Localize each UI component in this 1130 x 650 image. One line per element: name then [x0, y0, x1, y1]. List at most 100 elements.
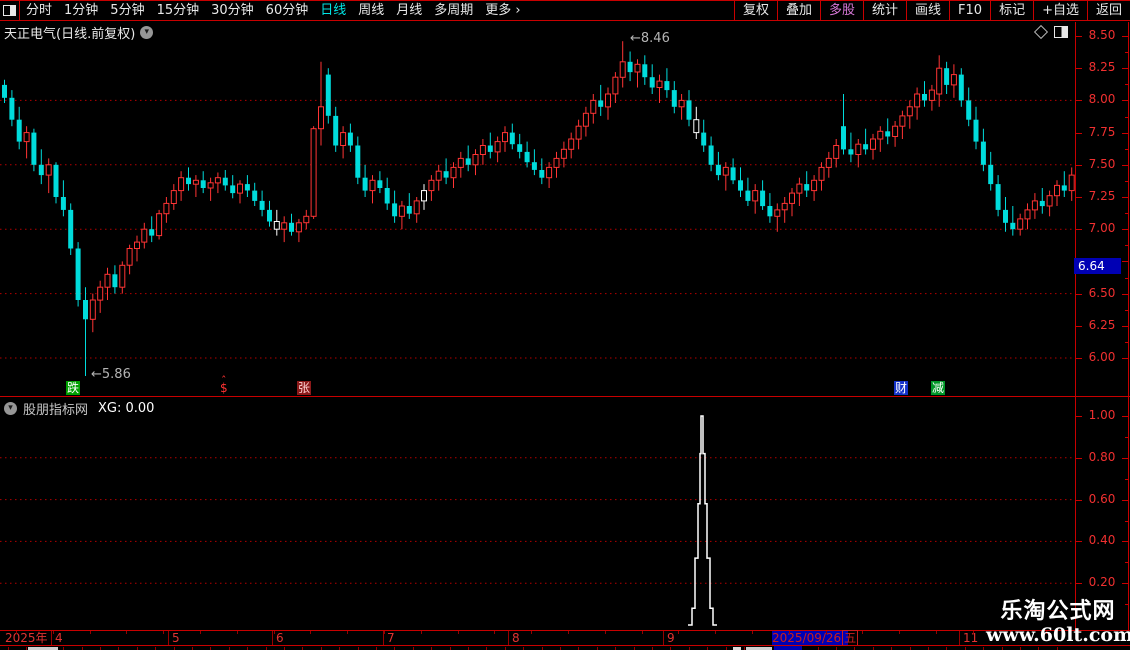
low-annotation: ←5.86 [91, 367, 131, 382]
week-tick [642, 631, 643, 634]
month-tick [508, 631, 509, 645]
week-tick [862, 631, 863, 634]
signal-badge-跌: 跌 [66, 381, 81, 395]
week-tick [90, 631, 91, 634]
tab-分时[interactable]: 分时 [20, 1, 58, 20]
month-tick [168, 631, 169, 645]
menu-item-叠加[interactable]: 叠加 [776, 1, 820, 20]
cutoff-highlight-fragment [774, 646, 802, 650]
axis-minor-tick [1125, 562, 1128, 563]
week-tick [789, 631, 790, 634]
watermark-url: www.60lt.com [986, 624, 1130, 646]
tab-1分钟[interactable]: 1分钟 [58, 1, 104, 20]
menu-item-画线[interactable]: 画线 [906, 1, 949, 20]
week-tick [126, 631, 127, 634]
chevron-down-icon[interactable]: ▾ [140, 25, 154, 39]
price-tick-label: 7.25 [1088, 189, 1116, 203]
badge-hat: ˆ [221, 374, 227, 387]
indicator-value: XG: 0.00 [98, 401, 155, 416]
axis-tick [1076, 68, 1082, 70]
tab-5分钟[interactable]: 5分钟 [104, 1, 150, 20]
layout-toggle-button[interactable] [0, 1, 20, 20]
app-window: 分时 1分钟 5分钟 15分钟 30分钟 60分钟 日线 周线 月线 多周期 更多 › 复权 叠加 多股… [0, 0, 1130, 650]
axis-tick [1076, 229, 1082, 231]
page-title: 天正电气(日线.前复权) [4, 26, 136, 42]
axis-tick [1076, 458, 1082, 459]
split-view-icon[interactable] [1054, 26, 1068, 38]
axis-tick [1076, 541, 1082, 542]
indicator-tick-label: 0.40 [1088, 533, 1116, 548]
cutoff-row [0, 646, 1130, 650]
indicator-canvas[interactable] [0, 397, 1075, 630]
tab-更多 ›[interactable]: 更多 › [479, 1, 526, 20]
axis-tick [1076, 36, 1082, 37]
selected-date-label: 2025/09/26 五 [772, 630, 859, 646]
axis-tick [1076, 100, 1082, 102]
menu-item-返回[interactable]: 返回 [1086, 1, 1130, 20]
menu-item-标记[interactable]: 标记 [990, 1, 1033, 20]
menu-item-复权[interactable]: 复权 [733, 1, 777, 20]
month-label-5: 5 [172, 631, 180, 645]
axis-minor-tick [1125, 583, 1128, 584]
week-tick [274, 631, 275, 634]
week-tick [200, 631, 201, 634]
tab-多周期[interactable]: 多周期 [428, 1, 479, 20]
tab-60分钟[interactable]: 60分钟 [260, 1, 315, 20]
week-tick [826, 631, 827, 634]
menu-item-F10[interactable]: F10 [949, 1, 990, 20]
week-tick [163, 631, 164, 634]
week-tick [16, 631, 17, 634]
week-tick [53, 631, 54, 634]
high-annotation: ←8.46 [630, 31, 670, 46]
diamond-icon[interactable] [1033, 24, 1049, 40]
month-tick [663, 631, 664, 645]
menu-item-统计[interactable]: 统计 [863, 1, 906, 20]
tab-月线[interactable]: 月线 [390, 1, 428, 20]
month-label-7: 7 [387, 631, 395, 645]
price-tick-label: 7.00 [1088, 221, 1116, 236]
week-tick [347, 631, 348, 634]
period-menu: 分时 1分钟 5分钟 15分钟 30分钟 60分钟 日线 周线 月线 多周期 更多 › [20, 1, 527, 20]
week-tick [568, 631, 569, 634]
tab-30分钟[interactable]: 30分钟 [205, 1, 260, 20]
axis-tick [1076, 325, 1082, 327]
main-chart-header: 天正电气(日线.前复权) ▾ [4, 24, 154, 42]
month-label-11: 11 [963, 631, 979, 645]
price-tick-label: 6.00 [1088, 350, 1116, 364]
tab-周线[interactable]: 周线 [352, 1, 390, 20]
price-tick-label: 6.50 [1088, 285, 1116, 300]
crosshair-price-label: 6.64 [1074, 258, 1121, 274]
axis-minor-tick [1125, 521, 1128, 522]
axis-minor-tick [1125, 416, 1128, 417]
week-tick [936, 631, 937, 634]
tab-日线[interactable]: 日线 [314, 1, 352, 20]
month-label-6: 6 [276, 631, 284, 645]
tab-15分钟[interactable]: 15分钟 [151, 1, 206, 20]
month-tick [51, 631, 52, 645]
indicator-tick-label: 0.80 [1088, 449, 1116, 464]
signal-badge-张: 张 [297, 381, 312, 395]
price-tick-label: 6.25 [1088, 317, 1116, 332]
menu-item-多股[interactable]: 多股 [819, 1, 863, 20]
axis-minor-tick [1125, 541, 1128, 542]
axis-tick [1076, 500, 1082, 501]
week-tick [421, 631, 422, 634]
axis-right-border [1128, 22, 1129, 630]
axis-tick [1076, 293, 1082, 295]
chevron-down-icon[interactable]: ▾ [4, 402, 17, 415]
indicator-tick-label: 0.60 [1088, 491, 1116, 506]
month-label-8: 8 [512, 631, 520, 645]
menu-item-+自选[interactable]: +自选 [1033, 1, 1087, 20]
month-label-4: 4 [55, 631, 63, 645]
signal-badge-财: 财 [894, 381, 909, 395]
axis-minor-tick [1125, 479, 1128, 480]
split-layout-icon [3, 5, 16, 16]
week-tick [458, 631, 459, 634]
axis-tick [1076, 358, 1082, 359]
chart-corner-tools [1033, 24, 1068, 40]
indicator-tick-label: 1.00 [1088, 408, 1116, 422]
week-tick [494, 631, 495, 634]
candlestick-canvas[interactable] [0, 22, 1075, 396]
axis-tick [1076, 416, 1082, 417]
time-axis: 2025年 2025/09/26 五 4 5 6 7 8 9 11 [0, 630, 1130, 646]
